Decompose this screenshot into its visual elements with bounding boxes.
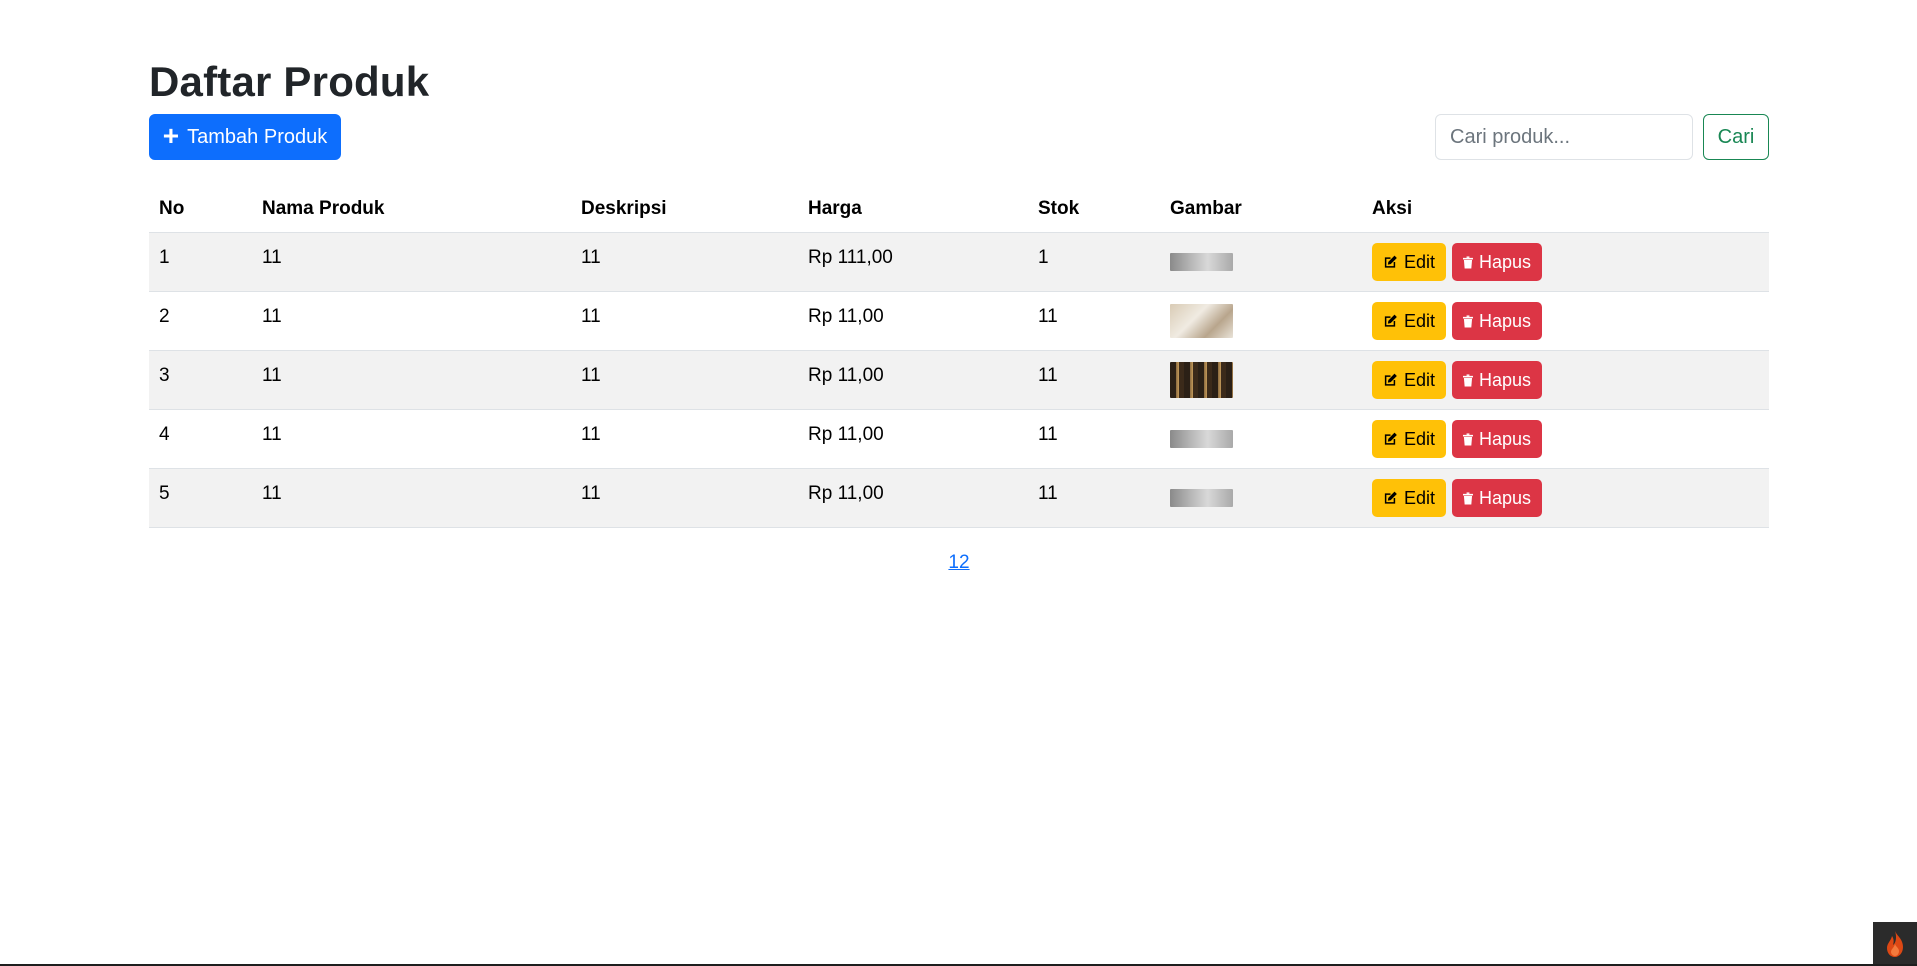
pencil-square-icon xyxy=(1384,432,1397,445)
table-row: 4 11 11 Rp 11,00 11 Edit Hapus xyxy=(149,409,1769,469)
product-image xyxy=(1170,253,1233,271)
pencil-square-icon xyxy=(1384,255,1397,268)
cell-image xyxy=(1160,291,1362,351)
edit-label: Edit xyxy=(1403,251,1435,272)
add-product-button[interactable]: + Tambah Produk xyxy=(149,114,341,160)
cell-price: Rp 11,00 xyxy=(798,291,1028,351)
cell-name: 11 xyxy=(252,409,571,469)
cell-image xyxy=(1160,409,1362,469)
column-header-stock: Stok xyxy=(1028,186,1160,233)
cell-stock: 11 xyxy=(1028,468,1160,528)
table-row: 5 11 11 Rp 11,00 11 Edit Hapus xyxy=(149,468,1769,528)
pencil-square-icon xyxy=(1384,373,1397,386)
edit-label: Edit xyxy=(1403,369,1435,390)
cell-description: 11 xyxy=(571,409,798,469)
cell-image xyxy=(1160,350,1362,410)
delete-button[interactable]: Hapus xyxy=(1452,479,1542,517)
delete-button[interactable]: Hapus xyxy=(1452,302,1542,340)
cell-description: 11 xyxy=(571,232,798,292)
column-header-image: Gambar xyxy=(1160,186,1362,233)
cell-no: 3 xyxy=(149,350,252,410)
flame-icon[interactable] xyxy=(1873,922,1917,966)
product-image xyxy=(1170,430,1233,448)
page-title: Daftar Produk xyxy=(149,58,430,105)
table-row: 3 11 11 Rp 11,00 11 Edit Hapus xyxy=(149,350,1769,410)
cell-actions: Edit Hapus xyxy=(1362,468,1769,528)
delete-button[interactable]: Hapus xyxy=(1452,243,1542,281)
delete-button[interactable]: Hapus xyxy=(1452,361,1542,399)
cell-actions: Edit Hapus xyxy=(1362,350,1769,410)
edit-button[interactable]: Edit xyxy=(1372,479,1446,517)
cell-price: Rp 11,00 xyxy=(798,409,1028,469)
column-header-no: No xyxy=(149,186,252,233)
cell-description: 11 xyxy=(571,291,798,351)
cell-no: 5 xyxy=(149,468,252,528)
cell-name: 11 xyxy=(252,350,571,410)
column-header-actions: Aksi xyxy=(1362,186,1769,233)
delete-label: Hapus xyxy=(1478,428,1531,449)
delete-button[interactable]: Hapus xyxy=(1452,420,1542,458)
table-row: 1 11 11 Rp 111,00 1 Edit Hapus xyxy=(149,232,1769,292)
cell-description: 11 xyxy=(571,468,798,528)
cell-actions: Edit Hapus xyxy=(1362,291,1769,351)
cell-actions: Edit Hapus xyxy=(1362,409,1769,469)
cell-image xyxy=(1160,232,1362,292)
edit-button[interactable]: Edit xyxy=(1372,243,1446,281)
trash-icon xyxy=(1463,255,1473,269)
page-link-1[interactable]: 1 xyxy=(948,552,959,573)
pencil-square-icon xyxy=(1384,314,1397,327)
cell-name: 11 xyxy=(252,468,571,528)
cell-stock: 11 xyxy=(1028,350,1160,410)
delete-label: Hapus xyxy=(1478,487,1531,508)
plus-icon: + xyxy=(162,119,180,151)
delete-label: Hapus xyxy=(1478,369,1531,390)
add-product-label: Tambah Produk xyxy=(187,125,328,148)
cell-no: 2 xyxy=(149,291,252,351)
pencil-square-icon xyxy=(1384,491,1397,504)
column-header-price: Harga xyxy=(798,186,1028,233)
delete-label: Hapus xyxy=(1478,310,1531,331)
trash-icon xyxy=(1463,432,1473,446)
product-image xyxy=(1170,489,1233,507)
search-button[interactable]: Cari xyxy=(1703,114,1769,160)
trash-icon xyxy=(1463,491,1473,505)
edit-label: Edit xyxy=(1403,310,1435,331)
cell-name: 11 xyxy=(252,232,571,292)
cell-stock: 1 xyxy=(1028,232,1160,292)
table-row: 2 11 11 Rp 11,00 11 Edit Hapus xyxy=(149,291,1769,351)
pagination: 12 xyxy=(149,552,1769,574)
cell-stock: 11 xyxy=(1028,409,1160,469)
cell-actions: Edit Hapus xyxy=(1362,232,1769,292)
column-header-name: Nama Produk xyxy=(252,186,571,233)
edit-label: Edit xyxy=(1403,428,1435,449)
cell-price: Rp 11,00 xyxy=(798,350,1028,410)
edit-button[interactable]: Edit xyxy=(1372,420,1446,458)
edit-button[interactable]: Edit xyxy=(1372,302,1446,340)
cell-name: 11 xyxy=(252,291,571,351)
column-header-description: Deskripsi xyxy=(571,186,798,233)
cell-no: 4 xyxy=(149,409,252,469)
edit-button[interactable]: Edit xyxy=(1372,361,1446,399)
product-image xyxy=(1170,362,1233,398)
page-link-2[interactable]: 2 xyxy=(959,552,970,573)
trash-icon xyxy=(1463,314,1473,328)
edit-label: Edit xyxy=(1403,487,1435,508)
cell-no: 1 xyxy=(149,232,252,292)
product-table: No Nama Produk Deskripsi Harga Stok Gamb… xyxy=(149,186,1769,528)
cell-price: Rp 11,00 xyxy=(798,468,1028,528)
cell-price: Rp 111,00 xyxy=(798,232,1028,292)
delete-label: Hapus xyxy=(1478,251,1531,272)
trash-icon xyxy=(1463,373,1473,387)
search-input[interactable] xyxy=(1435,114,1693,160)
cell-stock: 11 xyxy=(1028,291,1160,351)
cell-description: 11 xyxy=(571,350,798,410)
table-header-row: No Nama Produk Deskripsi Harga Stok Gamb… xyxy=(149,186,1769,233)
cell-image xyxy=(1160,468,1362,528)
product-image xyxy=(1170,304,1233,338)
